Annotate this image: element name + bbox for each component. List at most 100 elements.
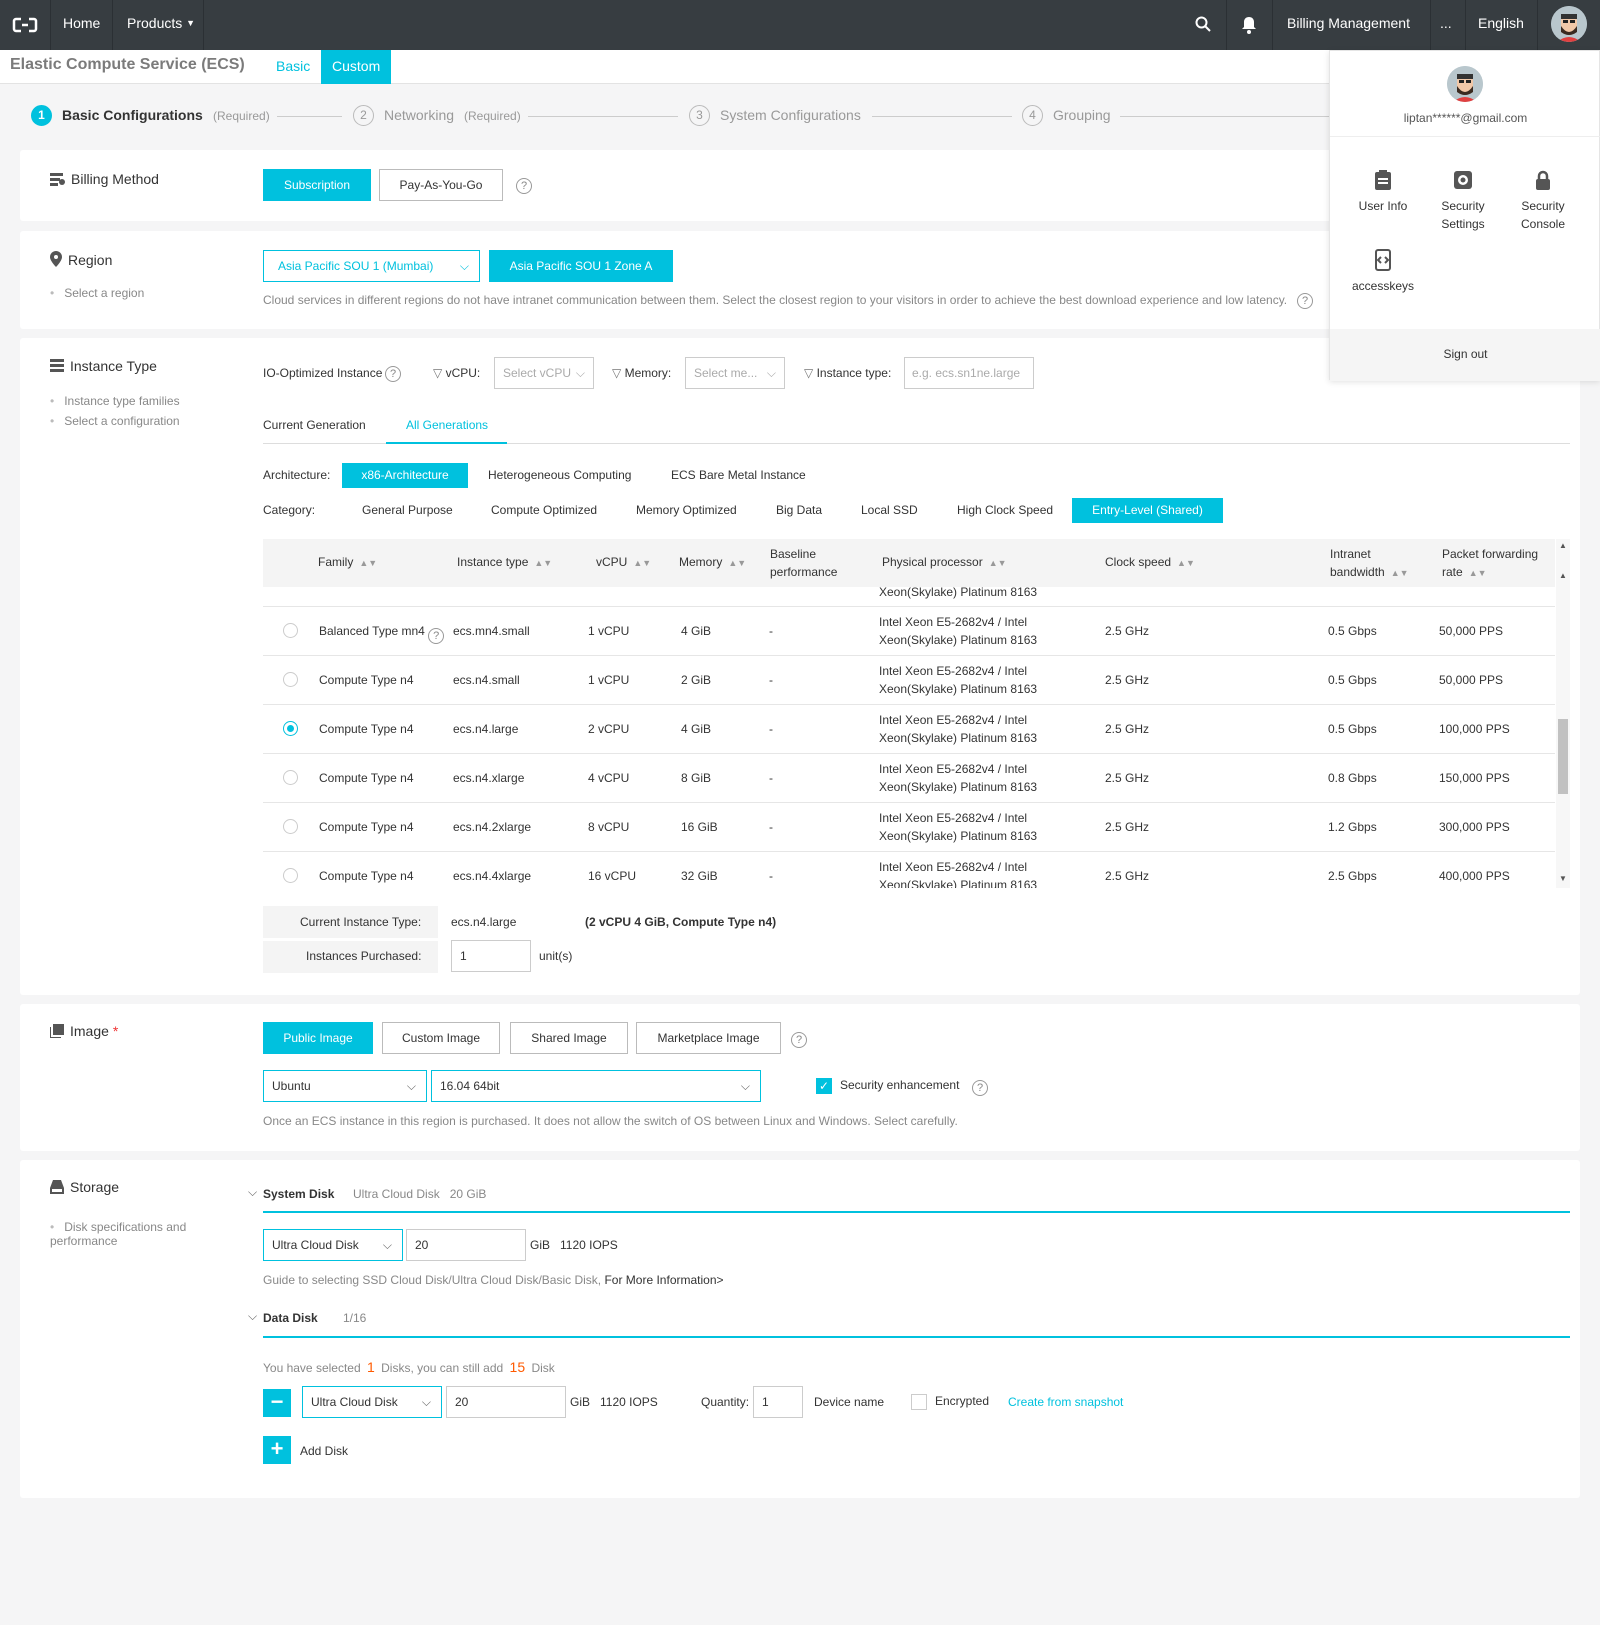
data-disk-collapse-icon[interactable]: ⌵	[248, 1309, 257, 1324]
nav-home[interactable]: Home	[63, 0, 100, 50]
remove-disk-button[interactable]: −	[263, 1389, 291, 1417]
user-avatar[interactable]	[1551, 6, 1587, 42]
table-row[interactable]: Compute Type n4 ecs.n4.small 1 vCPU 2 GiB - I…	[263, 656, 1555, 705]
menu-user-info[interactable]: User Info	[1338, 169, 1428, 215]
step-4-label[interactable]: Grouping	[1053, 107, 1111, 123]
row-radio[interactable]	[283, 721, 298, 736]
table-scrollbar[interactable]: ▲ ▲ ▼	[1556, 539, 1570, 888]
search-button[interactable]	[1194, 0, 1212, 50]
sign-out-button[interactable]: Sign out	[1330, 329, 1600, 381]
storage-label: Storage	[70, 1179, 120, 1195]
encrypted-label: Encrypted	[935, 1394, 990, 1408]
nav-billing-management[interactable]: Billing Management	[1287, 0, 1410, 50]
col-processor[interactable]: Physical processor ▲▼	[882, 555, 1007, 569]
col-pps[interactable]: Packet forwarding rate ▲▼	[1442, 545, 1538, 582]
instance-type-title: Instance Type	[50, 358, 157, 374]
os-version-select[interactable]: 16.04 64bit ⌵	[431, 1070, 761, 1102]
cat-local-ssd[interactable]: Local SSD	[861, 503, 918, 517]
col-family[interactable]: Family ▲▼	[318, 555, 377, 569]
col-memory[interactable]: Memory ▲▼	[679, 555, 746, 569]
os-select[interactable]: Ubuntu ⌵	[263, 1070, 427, 1102]
scroll-down-icon[interactable]: ▼	[1559, 874, 1567, 883]
memory-select[interactable]: Select me... ⌵	[685, 357, 785, 389]
nav-products[interactable]: Products ▼	[127, 0, 195, 50]
system-disk-collapse-icon[interactable]: ⌵	[248, 1185, 257, 1200]
row-pps: 150,000 PPS	[1439, 771, 1510, 785]
encrypted-checkbox[interactable]	[911, 1394, 927, 1410]
tab-custom[interactable]: Custom	[321, 50, 392, 84]
cat-big-data[interactable]: Big Data	[776, 503, 822, 517]
caret-down-icon: ▼	[186, 18, 196, 28]
data-disk-size-input[interactable]: 20	[446, 1386, 566, 1418]
security-enhancement-checkbox[interactable]: ✓	[816, 1078, 832, 1094]
tab-current-generation[interactable]: Current Generation	[263, 418, 366, 432]
arch-bare-metal-button[interactable]: ECS Bare Metal Instance	[671, 468, 806, 482]
zone-button[interactable]: Asia Pacific SOU 1 Zone A	[489, 250, 673, 282]
scroll-thumb[interactable]	[1558, 719, 1568, 794]
system-disk-type-select[interactable]: Ultra Cloud Disk ⌵	[263, 1229, 403, 1261]
col-clock-speed[interactable]: Clock speed ▲▼	[1105, 555, 1195, 569]
public-image-tab[interactable]: Public Image	[263, 1022, 373, 1054]
col-bandwidth[interactable]: Intranet bandwidth ▲▼	[1330, 545, 1409, 582]
col-vcpu[interactable]: vCPU ▲▼	[596, 555, 651, 569]
tab-all-generations[interactable]: All Generations	[406, 418, 488, 432]
step-1-label[interactable]: Basic Configurations	[62, 107, 203, 123]
nav-more[interactable]: ...	[1440, 0, 1452, 50]
menu-security-settings[interactable]: Security Settings	[1418, 169, 1508, 233]
system-disk-size-input[interactable]: 20	[406, 1229, 526, 1261]
shared-image-tab[interactable]: Shared Image	[510, 1022, 628, 1054]
notifications-button[interactable]	[1241, 0, 1257, 50]
cat-high-clock-speed[interactable]: High Clock Speed	[957, 503, 1053, 517]
arch-x86-button[interactable]: x86-Architecture	[342, 463, 468, 488]
arch-heterogeneous-button[interactable]: Heterogeneous Computing	[488, 468, 631, 482]
cat-memory-optimized[interactable]: Memory Optimized	[636, 503, 737, 517]
row-radio[interactable]	[283, 819, 298, 834]
region-select-value: Asia Pacific SOU 1 (Mumbai)	[278, 259, 434, 273]
table-row[interactable]: Compute Type n4 ecs.n4.xlarge 4 vCPU 8 GiB -…	[263, 754, 1555, 803]
row-radio[interactable]	[283, 868, 298, 883]
row-radio[interactable]	[283, 770, 298, 785]
custom-image-tab[interactable]: Custom Image	[382, 1022, 500, 1054]
sort-icon: ▲▼	[534, 558, 553, 568]
menu-security-console-line1: Security	[1521, 199, 1565, 213]
io-help-icon[interactable]: ?	[385, 366, 401, 382]
pay-as-you-go-button[interactable]: Pay-As-You-Go	[379, 169, 503, 201]
region-help-icon[interactable]: ?	[1297, 293, 1313, 309]
instances-purchased-input[interactable]: 1	[451, 940, 531, 972]
instance-type-search-input[interactable]: e.g. ecs.sn1ne.large	[904, 357, 1034, 389]
cat-compute-optimized[interactable]: Compute Optimized	[491, 503, 597, 517]
vcpu-select[interactable]: Select vCPU ⌵	[494, 357, 594, 389]
billing-help-icon[interactable]: ?	[516, 178, 532, 194]
add-disk-label[interactable]: Add Disk	[300, 1444, 348, 1458]
col-instance-type[interactable]: Instance type ▲▼	[457, 555, 552, 569]
menu-accesskeys[interactable]: accesskeys	[1338, 249, 1428, 295]
row-radio[interactable]	[283, 672, 298, 687]
step-3-label[interactable]: System Configurations	[720, 107, 861, 123]
menu-security-console[interactable]: Security Console	[1498, 169, 1588, 233]
table-row[interactable]: Compute Type n4 ecs.n4.4xlarge 16 vCPU 32 G…	[263, 852, 1555, 888]
step-2-label[interactable]: Networking	[384, 107, 454, 123]
console-logo[interactable]	[0, 0, 50, 50]
subscription-button[interactable]: Subscription	[263, 169, 371, 201]
table-row[interactable]: Balanced Type mn4 ? ecs.mn4.small 1 vCPU 4 …	[263, 607, 1555, 656]
scroll-up-icon[interactable]: ▲	[1559, 541, 1567, 550]
row-radio[interactable]	[283, 623, 298, 638]
table-row[interactable]: Compute Type n4 ecs.n4.2xlarge 8 vCPU 16 Gi…	[263, 803, 1555, 852]
cat-entry-level-shared[interactable]: Entry-Level (Shared)	[1072, 498, 1223, 523]
region-select[interactable]: Asia Pacific SOU 1 (Mumbai) ⌵	[263, 250, 480, 282]
chevron-down-icon: ⌵	[382, 1238, 392, 1252]
create-from-snapshot-link[interactable]: Create from snapshot	[1008, 1395, 1123, 1409]
more-information-link[interactable]: For More Information>	[604, 1273, 723, 1287]
add-disk-button[interactable]: +	[263, 1436, 291, 1464]
security-help-icon[interactable]: ?	[972, 1080, 988, 1096]
family-help-icon[interactable]: ?	[428, 628, 445, 644]
table-row[interactable]: Compute Type n4 ecs.n4.large 2 vCPU 4 GiB - I…	[263, 705, 1555, 754]
tab-basic[interactable]: Basic	[265, 50, 321, 84]
cat-general-purpose[interactable]: General Purpose	[362, 503, 453, 517]
data-disk-type-select[interactable]: Ultra Cloud Disk ⌵	[302, 1386, 442, 1418]
quantity-input[interactable]: 1	[753, 1386, 803, 1418]
language-switch[interactable]: English	[1478, 0, 1524, 50]
scroll-up-icon[interactable]: ▲	[1559, 571, 1567, 580]
marketplace-image-tab[interactable]: Marketplace Image	[636, 1022, 781, 1054]
image-help-icon[interactable]: ?	[791, 1032, 807, 1048]
